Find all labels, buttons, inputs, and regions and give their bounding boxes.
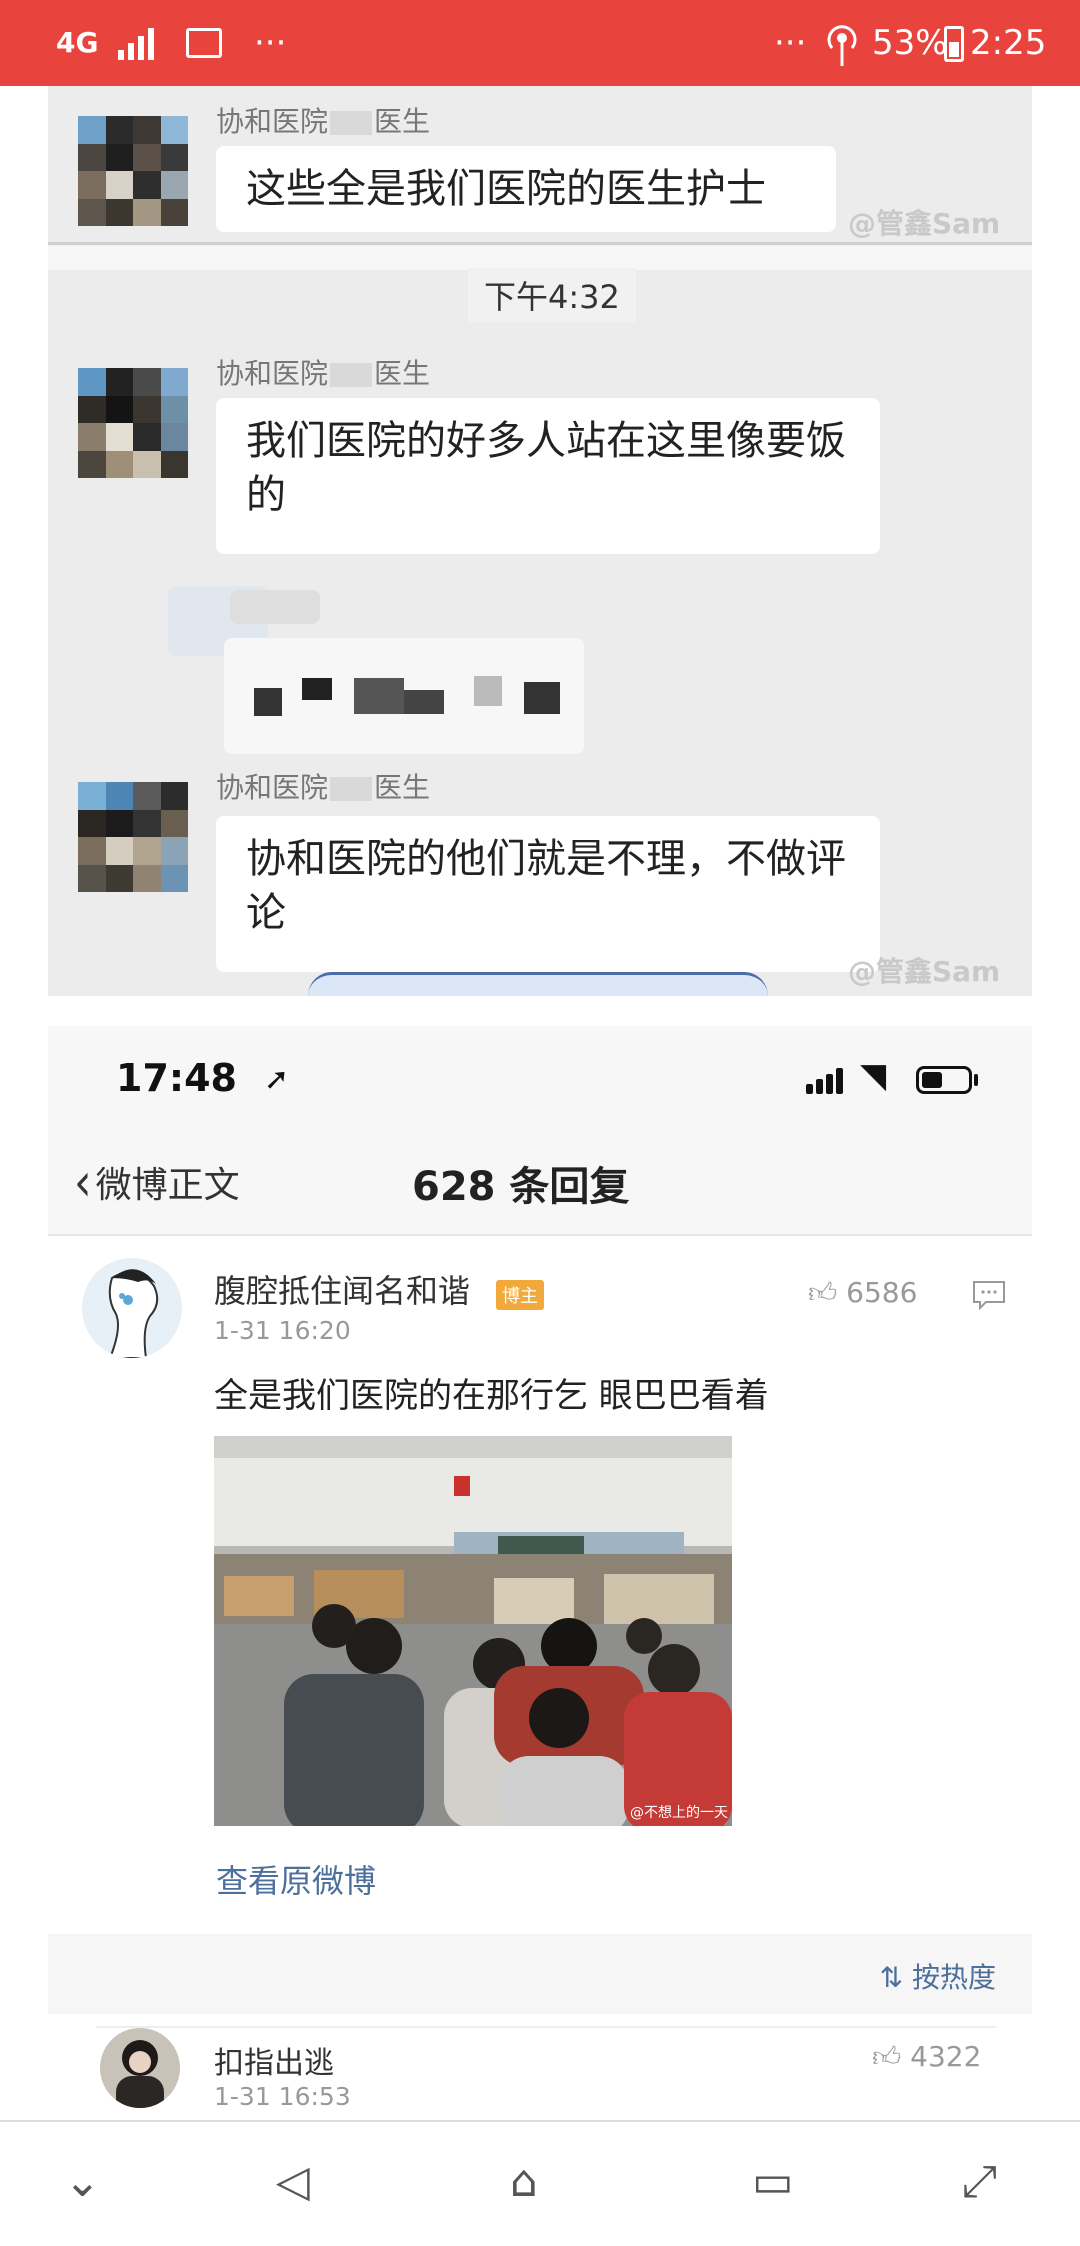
expand-down-icon[interactable]: ⌄ — [64, 2152, 101, 2212]
sender-name: 协和医院 医生 — [216, 771, 431, 804]
sort-bar: ⇅ 按热度 — [48, 1934, 1032, 2014]
wifi-icon: ◥ — [860, 1056, 887, 1096]
thumbs-up-icon: 👍︎ — [872, 2040, 902, 2073]
avatar[interactable] — [82, 1258, 182, 1358]
comment-time: 1-31 16:20 — [214, 1316, 351, 1345]
comment-username[interactable]: 扣指出逃 — [214, 2038, 334, 2082]
bottom-navigation: ⌄ ◁ ⌂ ▭ ⤢ — [0, 2120, 1080, 2246]
time-divider: 下午4:32 — [468, 268, 636, 322]
status-bar: 4G ··· ··· 53% 2:25 — [0, 0, 1080, 86]
view-original-link[interactable]: 查看原微博 — [216, 1856, 376, 1902]
chat-screenshot: 协和医院 医生 这些全是我们医院的医生护士 @管鑫Sam 下午4:32 协和医院医… — [48, 86, 1032, 996]
sort-button[interactable]: ⇅ 按热度 — [880, 1956, 996, 1996]
comment-username[interactable]: 腹腔抵住闻名和谐 — [214, 1266, 470, 1312]
gallery-icon — [186, 28, 222, 58]
avatar — [78, 782, 188, 892]
back-triangle-icon[interactable]: ◁ — [276, 2152, 310, 2212]
watermark: @管鑫Sam — [848, 207, 1001, 240]
fullscreen-icon[interactable]: ⤢ — [962, 2152, 997, 2212]
battery-icon — [944, 26, 964, 62]
comment-time: 1-31 16:53 — [214, 2082, 351, 2111]
sort-icon: ⇅ — [879, 1961, 904, 1994]
hotspot-icon — [827, 25, 857, 66]
avatar[interactable] — [100, 2028, 180, 2108]
like-button[interactable]: 👍︎ 4322 — [872, 2040, 981, 2074]
ios-time: 17:48 — [116, 1056, 237, 1100]
weibo-screenshot: 17:48 ➚ ◥ ‹ 微博正文 628 条回复 腹腔抵住闻名和谐 博主 1-31… — [48, 1026, 1032, 2120]
avatar — [78, 116, 188, 226]
battery-icon — [916, 1066, 972, 1094]
recents-icon[interactable]: ▭ — [752, 2152, 794, 2212]
network-type: 4G — [56, 26, 99, 59]
chat-message: 我们医院的好多人站在这里像要饭的 — [216, 398, 880, 554]
sender-name: 协和医院 医生 — [216, 105, 431, 138]
watermark: @管鑫Sam — [848, 955, 1001, 988]
comment-image[interactable]: @不想上的一天 — [214, 1436, 732, 1826]
chat-message: 协和医院的他们就是不理，不做评论 — [216, 816, 880, 972]
signal-icon — [118, 26, 162, 60]
avatar — [78, 368, 188, 478]
home-icon[interactable]: ⌂ — [510, 2152, 538, 2212]
blurred-message — [224, 638, 584, 754]
like-button[interactable]: 👍︎ 6586 — [808, 1276, 917, 1310]
page-title: 628 条回复 — [412, 1164, 630, 1210]
image-watermark: @不想上的一天 — [630, 1805, 728, 1821]
blurred-name — [230, 590, 320, 624]
more-status-icon: ··· — [774, 23, 807, 63]
location-arrow-icon: ➚ — [264, 1062, 290, 1097]
comment-text: 全是我们医院的在那行乞 眼巴巴看着 — [214, 1376, 769, 1416]
more-notifications-icon: ··· — [254, 23, 287, 63]
cellular-icon — [806, 1068, 846, 1094]
ios-header: 17:48 ➚ ◥ ‹ 微博正文 628 条回复 — [48, 1026, 1032, 1236]
back-button[interactable]: ‹ 微博正文 — [74, 1152, 240, 1213]
chevron-left-icon: ‹ — [74, 1151, 92, 1214]
sender-name: 协和医院 医生 — [216, 357, 431, 390]
sticker-fragment — [308, 972, 768, 996]
chat-message: 这些全是我们医院的医生护士 — [216, 146, 836, 232]
author-badge: 博主 — [496, 1280, 544, 1310]
status-time: 2:25 — [970, 23, 1047, 63]
thumbs-up-icon: 👍︎ — [808, 1276, 838, 1309]
battery-percent: 53% — [872, 23, 948, 63]
reply-icon[interactable] — [972, 1280, 1006, 1310]
